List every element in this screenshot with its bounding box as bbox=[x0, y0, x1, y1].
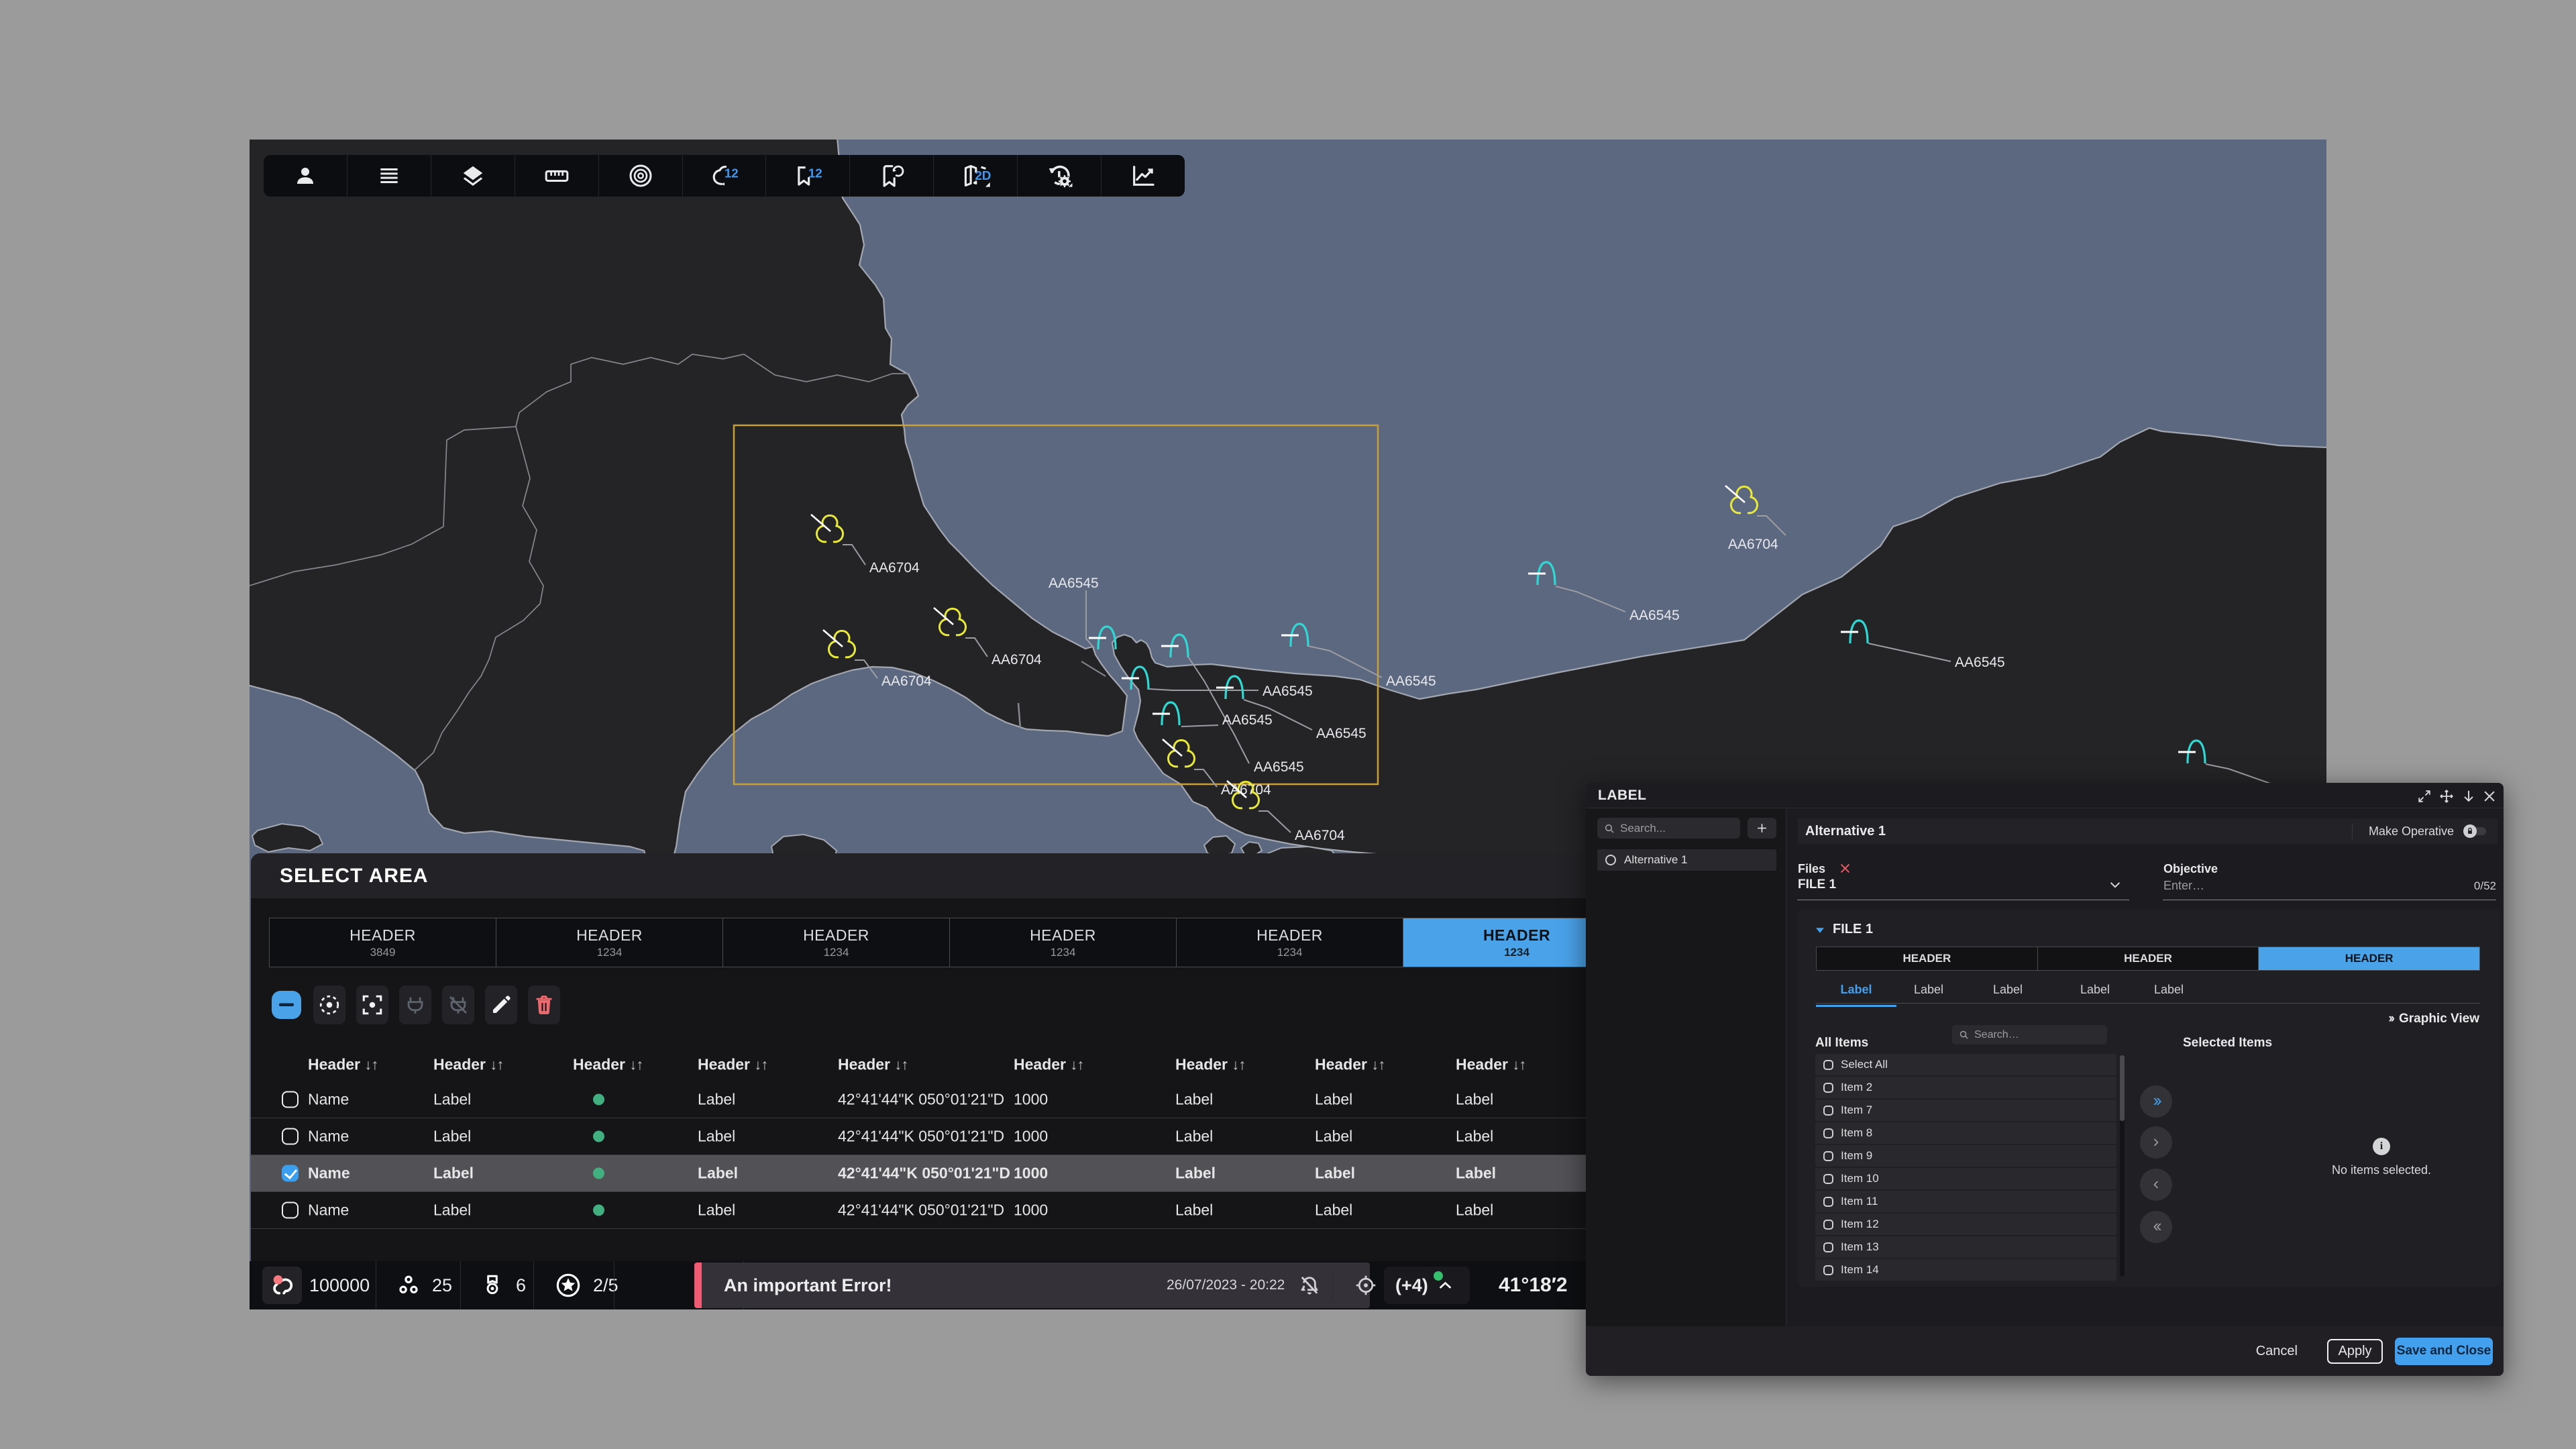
svg-text:AA6704: AA6704 bbox=[869, 560, 920, 576]
svg-text:12: 12 bbox=[808, 166, 822, 180]
svg-text:AA6704: AA6704 bbox=[1728, 537, 1778, 552]
svg-text:2D: 2D bbox=[975, 168, 991, 182]
svg-text:AA6704: AA6704 bbox=[881, 674, 932, 689]
svg-text:AA6545: AA6545 bbox=[1629, 608, 1680, 623]
svg-text:AA6704: AA6704 bbox=[1221, 782, 1271, 798]
svg-text:AA6545: AA6545 bbox=[1955, 655, 2005, 670]
svg-text:AA6545: AA6545 bbox=[1386, 674, 1436, 689]
svg-text:AA6704: AA6704 bbox=[1295, 828, 1345, 843]
svg-text:AA6545: AA6545 bbox=[1263, 684, 1313, 699]
svg-text:AA6545: AA6545 bbox=[1316, 726, 1366, 741]
svg-text:AA6704: AA6704 bbox=[991, 652, 1042, 667]
svg-text:12: 12 bbox=[724, 166, 739, 180]
svg-text:AA6545: AA6545 bbox=[1254, 759, 1304, 775]
svg-text:AA6545: AA6545 bbox=[1222, 712, 1273, 728]
svg-text:AA6545: AA6545 bbox=[1049, 576, 1099, 591]
